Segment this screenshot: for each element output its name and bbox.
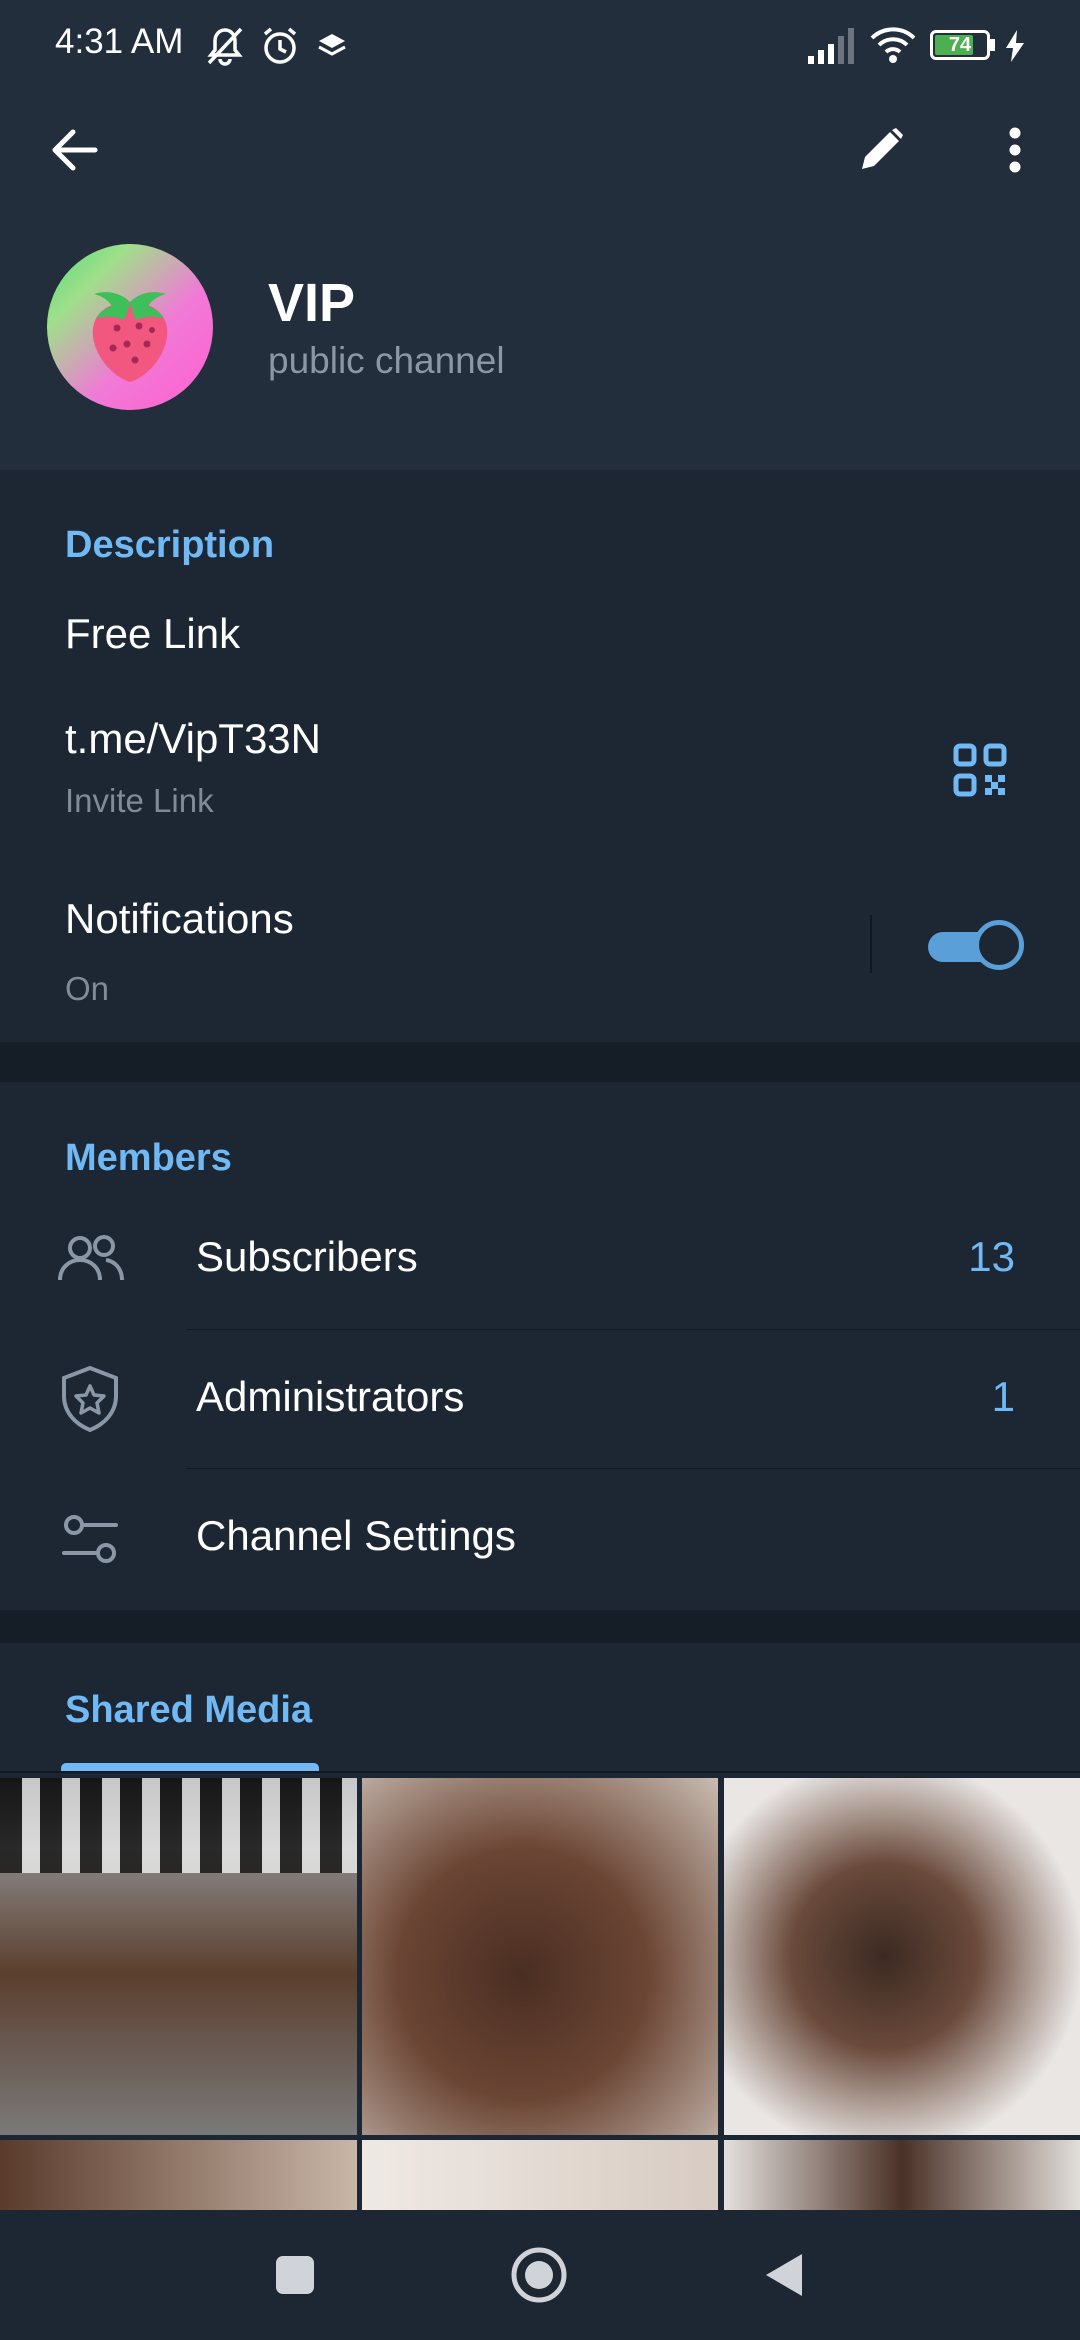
navigation-bar [0,2210,1080,2340]
administrators-count: 1 [991,1373,1015,1420]
layers-icon [318,34,346,56]
description-title: Description [65,524,275,566]
battery-level: 74 [948,34,972,56]
qr-code-button[interactable] [945,735,1015,805]
wifi-icon [870,27,916,63]
channel-name: VIP [268,273,356,333]
subscribers-count: 13 [968,1233,1015,1280]
notifications-label: Notifications [65,895,294,942]
media-tile[interactable] [724,2140,1080,2210]
shield-star-icon [62,1365,118,1433]
edit-button[interactable] [846,115,916,185]
section-gap [0,1610,1080,1643]
invite-link[interactable]: t.me/VipT33N [65,715,321,763]
channel-settings-row[interactable]: Channel Settings [0,1469,1080,1610]
media-tile[interactable] [0,1778,357,2135]
more-button[interactable] [980,115,1050,185]
arrow-left-icon [52,129,98,171]
battery-icon: 74 [930,30,990,60]
back-nav-button[interactable] [762,2250,806,2300]
section-gap [0,1042,1080,1082]
media-tile[interactable] [362,2140,718,2210]
signal-icon [808,28,854,64]
toggle-divider [870,915,872,973]
home-button[interactable] [510,2246,568,2304]
media-tile[interactable] [0,2140,357,2210]
users-icon [58,1235,124,1281]
members-title: Members [65,1137,232,1179]
channel-avatar[interactable] [47,244,213,410]
charging-icon [1006,30,1024,62]
administrators-row[interactable]: Administrators 1 [0,1330,1080,1469]
mute-icon [207,27,243,66]
back-button[interactable] [40,115,110,185]
invite-link-label: Invite Link [65,782,214,819]
alarm-icon [263,27,297,64]
recents-button[interactable] [276,2256,314,2294]
notifications-value: On [65,970,110,1007]
shared-media-tab-indicator [61,1763,319,1771]
administrators-label: Administrators [196,1373,465,1420]
notifications-toggle[interactable] [928,920,1024,970]
pencil-icon [862,128,903,169]
shared-media-tab[interactable]: Shared Media [65,1689,312,1732]
description-text[interactable]: Free Link [65,610,240,658]
subscribers-label: Subscribers [196,1233,418,1280]
status-time: 4:31 AM [55,22,184,61]
media-tile[interactable] [362,1778,718,2135]
strawberry-icon [92,292,168,382]
more-vertical-icon [1009,127,1021,173]
status-bar: 4:31 AM 74 [0,0,1080,95]
media-tile[interactable] [724,1778,1080,2135]
channel-type: public channel [268,340,505,381]
subscribers-row[interactable]: Subscribers 13 [0,1190,1080,1330]
sliders-icon [62,1515,118,1563]
qr-code-icon [953,743,1007,797]
channel-settings-label: Channel Settings [196,1512,516,1559]
shared-media-section: Shared Media [0,1643,1080,2210]
